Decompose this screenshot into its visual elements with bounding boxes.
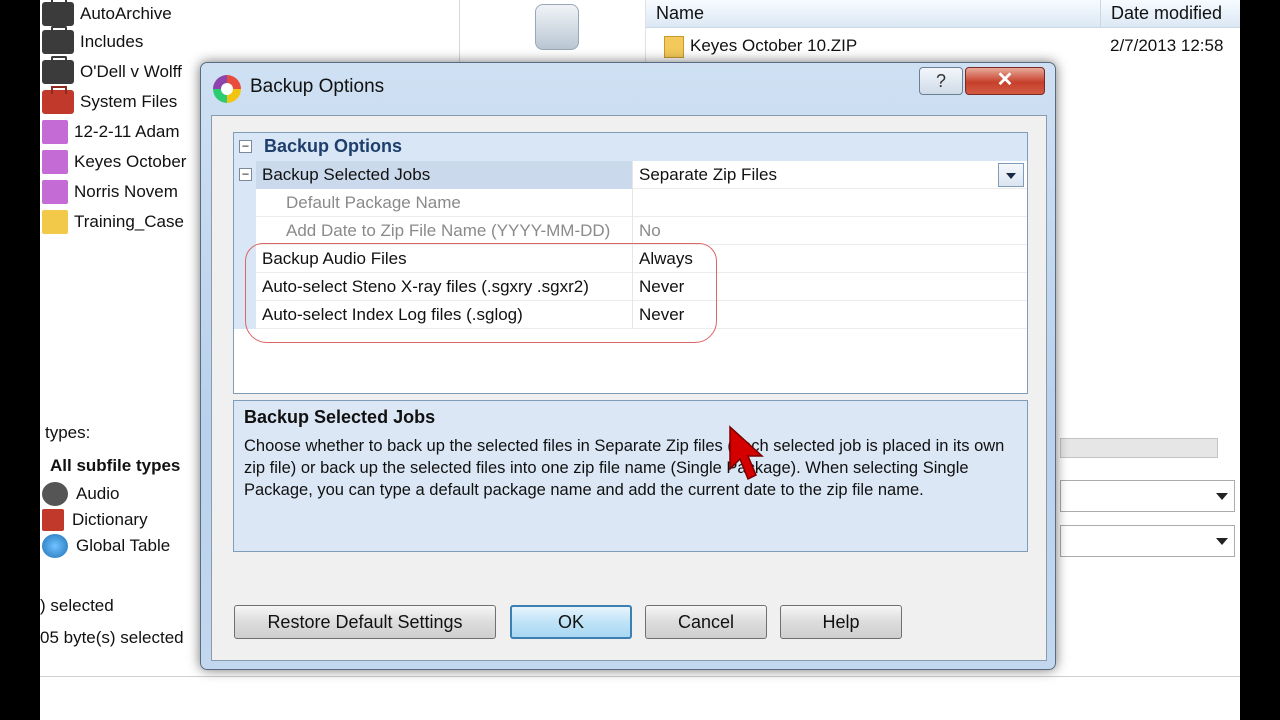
zip-file-icon [664, 36, 684, 58]
file-name: Keyes October 10.ZIP [690, 36, 858, 55]
purple-folder-icon [42, 150, 68, 174]
filter-dropdown[interactable] [1060, 480, 1235, 512]
tree-item[interactable]: Norris Novem [42, 178, 178, 206]
type-dropdown[interactable] [1060, 525, 1235, 557]
chevron-down-icon [1216, 538, 1228, 545]
briefcase-icon [42, 26, 74, 54]
chevron-down-icon[interactable] [998, 163, 1024, 187]
property-row-default-package-name[interactable]: Default Package Name [234, 189, 1027, 217]
category-title: Backup Options [264, 136, 403, 156]
tree-item-label: AutoArchive [80, 4, 172, 23]
column-header-date[interactable]: Date modified [1101, 0, 1240, 28]
subfile-type-global-table[interactable]: Global Table [42, 533, 170, 559]
book-icon [42, 509, 64, 531]
tree-item[interactable]: 12-2-11 Adam [42, 118, 180, 146]
subfile-type-label: Global Table [76, 536, 171, 555]
selected-count: ) selected [40, 596, 114, 615]
help-button[interactable]: Help [780, 605, 902, 639]
restore-defaults-button[interactable]: Restore Default Settings [234, 605, 496, 639]
tree-item-label: Training_Case [74, 212, 184, 231]
file-row[interactable]: Keyes October 10.ZIP 2/7/2013 12:58 [646, 34, 1240, 60]
tree-item-label: Keyes October [74, 152, 187, 171]
dialog-body: − Backup Options − Backup Selected Jobs … [211, 115, 1047, 661]
description-panel: Backup Selected Jobs Choose whether to b… [233, 400, 1028, 552]
description-text: Choose whether to back up the selected f… [244, 437, 1005, 499]
purple-folder-icon [42, 120, 68, 144]
property-label: Backup Selected Jobs [262, 165, 431, 184]
dialog-titlebar[interactable]: Backup Options ? ✕ [201, 63, 1055, 113]
computer-icon[interactable] [535, 4, 579, 50]
briefcase-icon [42, 56, 74, 84]
bottom-bar [40, 676, 1240, 720]
tree-item-label: Norris Novem [74, 182, 178, 201]
horizontal-scrollbar[interactable] [1060, 438, 1218, 458]
tree-item[interactable]: Keyes October [42, 148, 186, 176]
property-label: Default Package Name [286, 193, 461, 212]
close-button[interactable]: ✕ [965, 67, 1045, 95]
property-grid: − Backup Options − Backup Selected Jobs … [233, 132, 1028, 394]
subfile-type-audio[interactable]: Audio [42, 481, 119, 507]
subfile-type-all[interactable]: All subfile types [50, 453, 180, 479]
property-category[interactable]: − Backup Options [234, 133, 1027, 161]
subfile-type-label: Audio [76, 484, 120, 503]
headphones-icon [42, 482, 68, 506]
collapse-icon[interactable]: − [239, 168, 252, 181]
subfile-type-label: All subfile types [50, 456, 181, 475]
column-header-name[interactable]: Name [646, 0, 1101, 28]
tree-item[interactable]: O'Dell v Wolff [42, 56, 182, 86]
file-date: 2/7/2013 12:58 [1110, 36, 1224, 55]
tree-item[interactable]: AutoArchive [42, 0, 172, 28]
collapse-icon[interactable]: − [239, 140, 252, 153]
cancel-button[interactable]: Cancel [645, 605, 767, 639]
red-briefcase-icon [42, 86, 74, 114]
tree-item-label: O'Dell v Wolff [80, 62, 182, 81]
backup-options-dialog: Backup Options ? ✕ − Backup Options − Ba… [200, 62, 1056, 670]
property-label: Add Date to Zip File Name (YYYY-MM-DD) [286, 221, 611, 240]
tree-item-label: Includes [80, 32, 144, 51]
highlight-annotation [245, 243, 717, 343]
tree-item[interactable]: System Files [42, 86, 178, 116]
ok-button[interactable]: OK [510, 605, 632, 639]
subfile-types-label: types: [45, 423, 91, 442]
right-controls [1060, 430, 1240, 560]
tree-item[interactable]: Includes [42, 26, 144, 56]
property-value[interactable]: No [639, 217, 661, 245]
description-title: Backup Selected Jobs [244, 407, 436, 427]
help-titlebar-button[interactable]: ? [919, 67, 963, 95]
selected-bytes: 05 byte(s) selected [40, 628, 184, 647]
globe-icon [42, 534, 68, 558]
app-logo-icon [213, 75, 241, 103]
yellow-folder-icon [42, 210, 68, 234]
subfile-type-dictionary[interactable]: Dictionary [42, 507, 148, 533]
property-row-add-date[interactable]: Add Date to Zip File Name (YYYY-MM-DD) N… [234, 217, 1027, 245]
property-value[interactable]: Separate Zip Files [639, 161, 777, 189]
mouse-cursor-icon [729, 425, 764, 481]
subfile-type-label: Dictionary [72, 510, 148, 529]
purple-folder-icon [42, 180, 68, 204]
briefcase-icon [42, 0, 74, 26]
chevron-down-icon [1216, 493, 1228, 500]
tree-item-label: System Files [80, 92, 178, 111]
dialog-title: Backup Options [250, 76, 385, 97]
tree-item-label: 12-2-11 Adam [74, 122, 180, 141]
property-row-backup-selected-jobs[interactable]: − Backup Selected Jobs Separate Zip File… [234, 161, 1027, 189]
tree-item[interactable]: Training_Case [42, 208, 184, 236]
